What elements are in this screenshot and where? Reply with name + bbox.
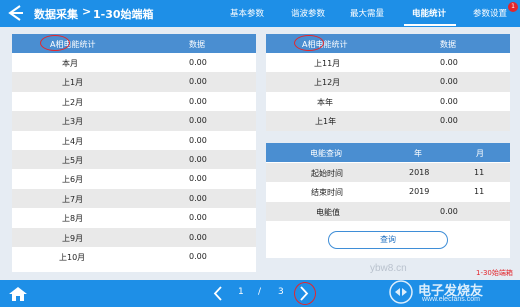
row-label: 上11月 (314, 59, 341, 68)
table-row: 本月 0.00 (12, 53, 256, 72)
end-year-field[interactable]: 2019 (409, 187, 429, 196)
table-row: 上1年 0.00 (266, 111, 510, 131)
table-row: 上7月 0.00 (12, 188, 256, 209)
user-watermark: ybw8.cn (370, 263, 407, 274)
table-row: 上2月 0.00 (12, 92, 256, 111)
row-value: 0.00 (189, 213, 207, 223)
query-header-month: 月 (476, 149, 484, 158)
start-year-field[interactable]: 2018 (409, 168, 429, 177)
row-value: 0.00 (189, 77, 207, 87)
table-row: 上9月 0.00 (12, 227, 256, 247)
tab-max-demand[interactable]: 最大需量 (350, 7, 384, 19)
table-row: 本年 0.00 (266, 92, 510, 111)
table-row: 上5月 0.00 (12, 150, 256, 170)
row-value: 0.00 (440, 77, 458, 87)
page-subtitle: 1-30始端箱 (93, 8, 154, 21)
breadcrumb-separator: > (82, 5, 92, 18)
watermark-url: www.elecfans.com (422, 296, 480, 303)
tab-energy-stats[interactable]: 电能统计 (412, 7, 446, 19)
home-icon[interactable] (8, 286, 28, 302)
table-row: 上10月 0.00 (12, 247, 256, 266)
row-label: 上1月 (62, 78, 84, 88)
tab-basic-params[interactable]: 基本参数 (230, 7, 264, 19)
row-label: 本月 (62, 59, 78, 68)
row-value: 0.00 (189, 232, 207, 242)
query-header: 电能查询 年 月 (266, 143, 510, 162)
active-tab-indicator (404, 24, 456, 26)
column-header-data: 数据 (189, 40, 205, 49)
notification-badge: 1 (508, 2, 518, 12)
query-button[interactable]: 查询 (328, 231, 448, 249)
title-bar: 数据采集 > 1-30始端箱 基本参数 谐波参数 最大需量 电能统计 参数设置 … (0, 0, 520, 27)
row-label: 上10月 (59, 253, 86, 262)
back-arrow-icon[interactable] (6, 3, 24, 23)
left-energy-table: A相电能统计 数据 本月 0.00 上1月 0.00 上2月 0.00 上3月 0.00… (12, 34, 256, 272)
row-value: 0.00 (440, 96, 458, 106)
row-label: 上4月 (62, 136, 84, 146)
energy-value-label: 电能值 (316, 207, 340, 217)
table-row: 上12月 0.00 (266, 72, 510, 92)
status-text: 1-30始端箱 (476, 269, 513, 277)
row-value: 0.00 (189, 193, 207, 203)
row-value: 0.00 (440, 116, 458, 126)
current-page: 1 (238, 287, 244, 297)
end-time-row: 结束时间 2019 11 (266, 182, 510, 201)
row-label: 上5月 (62, 156, 84, 165)
row-label: 上7月 (62, 194, 84, 204)
row-label: 上1年 (315, 117, 337, 127)
table-row: 上11月 0.00 (266, 53, 510, 72)
tab-harmonic-params[interactable]: 谐波参数 (291, 7, 325, 19)
tab-param-settings[interactable]: 参数设置 (473, 7, 507, 19)
end-month-field[interactable]: 11 (474, 187, 484, 196)
row-label: 本年 (317, 97, 333, 107)
annotation-circle (40, 35, 70, 51)
table-row: 上8月 0.00 (12, 208, 256, 227)
table-row: 上6月 0.00 (12, 169, 256, 188)
table-row: 上4月 0.00 (12, 131, 256, 150)
query-header-label: 电能查询 (310, 149, 342, 158)
row-value: 0.00 (189, 58, 207, 67)
row-value: 0.00 (189, 155, 207, 164)
start-month-field[interactable]: 11 (474, 168, 484, 177)
total-pages: 3 (278, 287, 284, 297)
row-value: 0.00 (189, 174, 207, 184)
row-value: 0.00 (189, 116, 207, 126)
row-label: 上2月 (62, 97, 84, 107)
annotation-circle (294, 35, 324, 51)
page-separator: / (258, 287, 262, 297)
energy-query-panel: 电能查询 年 月 起始时间 2018 11 结束时间 2019 11 电能值 0… (266, 143, 510, 258)
start-time-label: 起始时间 (311, 169, 343, 178)
row-label: 上12月 (314, 78, 341, 88)
row-value: 0.00 (440, 58, 458, 67)
row-value: 0.00 (189, 135, 207, 145)
end-time-label: 结束时间 (311, 188, 343, 198)
prev-page-icon[interactable] (212, 285, 224, 302)
column-header-data: 数据 (440, 40, 456, 49)
energy-value: 0.00 (440, 206, 458, 216)
row-value: 0.00 (189, 252, 207, 261)
row-label: 上3月 (62, 117, 84, 127)
energy-value-row: 电能值 0.00 (266, 201, 510, 222)
start-time-row: 起始时间 2018 11 (266, 163, 510, 183)
table-row: 上3月 0.00 (12, 111, 256, 131)
annotation-circle (294, 282, 316, 305)
right-energy-table: A相电能统计 数据 上11月 0.00 上12月 0.00 本年 0.00 上1年 0.… (266, 34, 510, 131)
query-header-year: 年 (414, 149, 422, 158)
page-title: 数据采集 (34, 8, 78, 21)
row-label: 上8月 (62, 214, 84, 224)
elecfans-logo-icon (389, 280, 413, 304)
row-label: 上9月 (62, 233, 84, 243)
row-value: 0.00 (189, 96, 207, 106)
table-row: 上1月 0.00 (12, 72, 256, 92)
row-label: 上6月 (62, 175, 84, 185)
